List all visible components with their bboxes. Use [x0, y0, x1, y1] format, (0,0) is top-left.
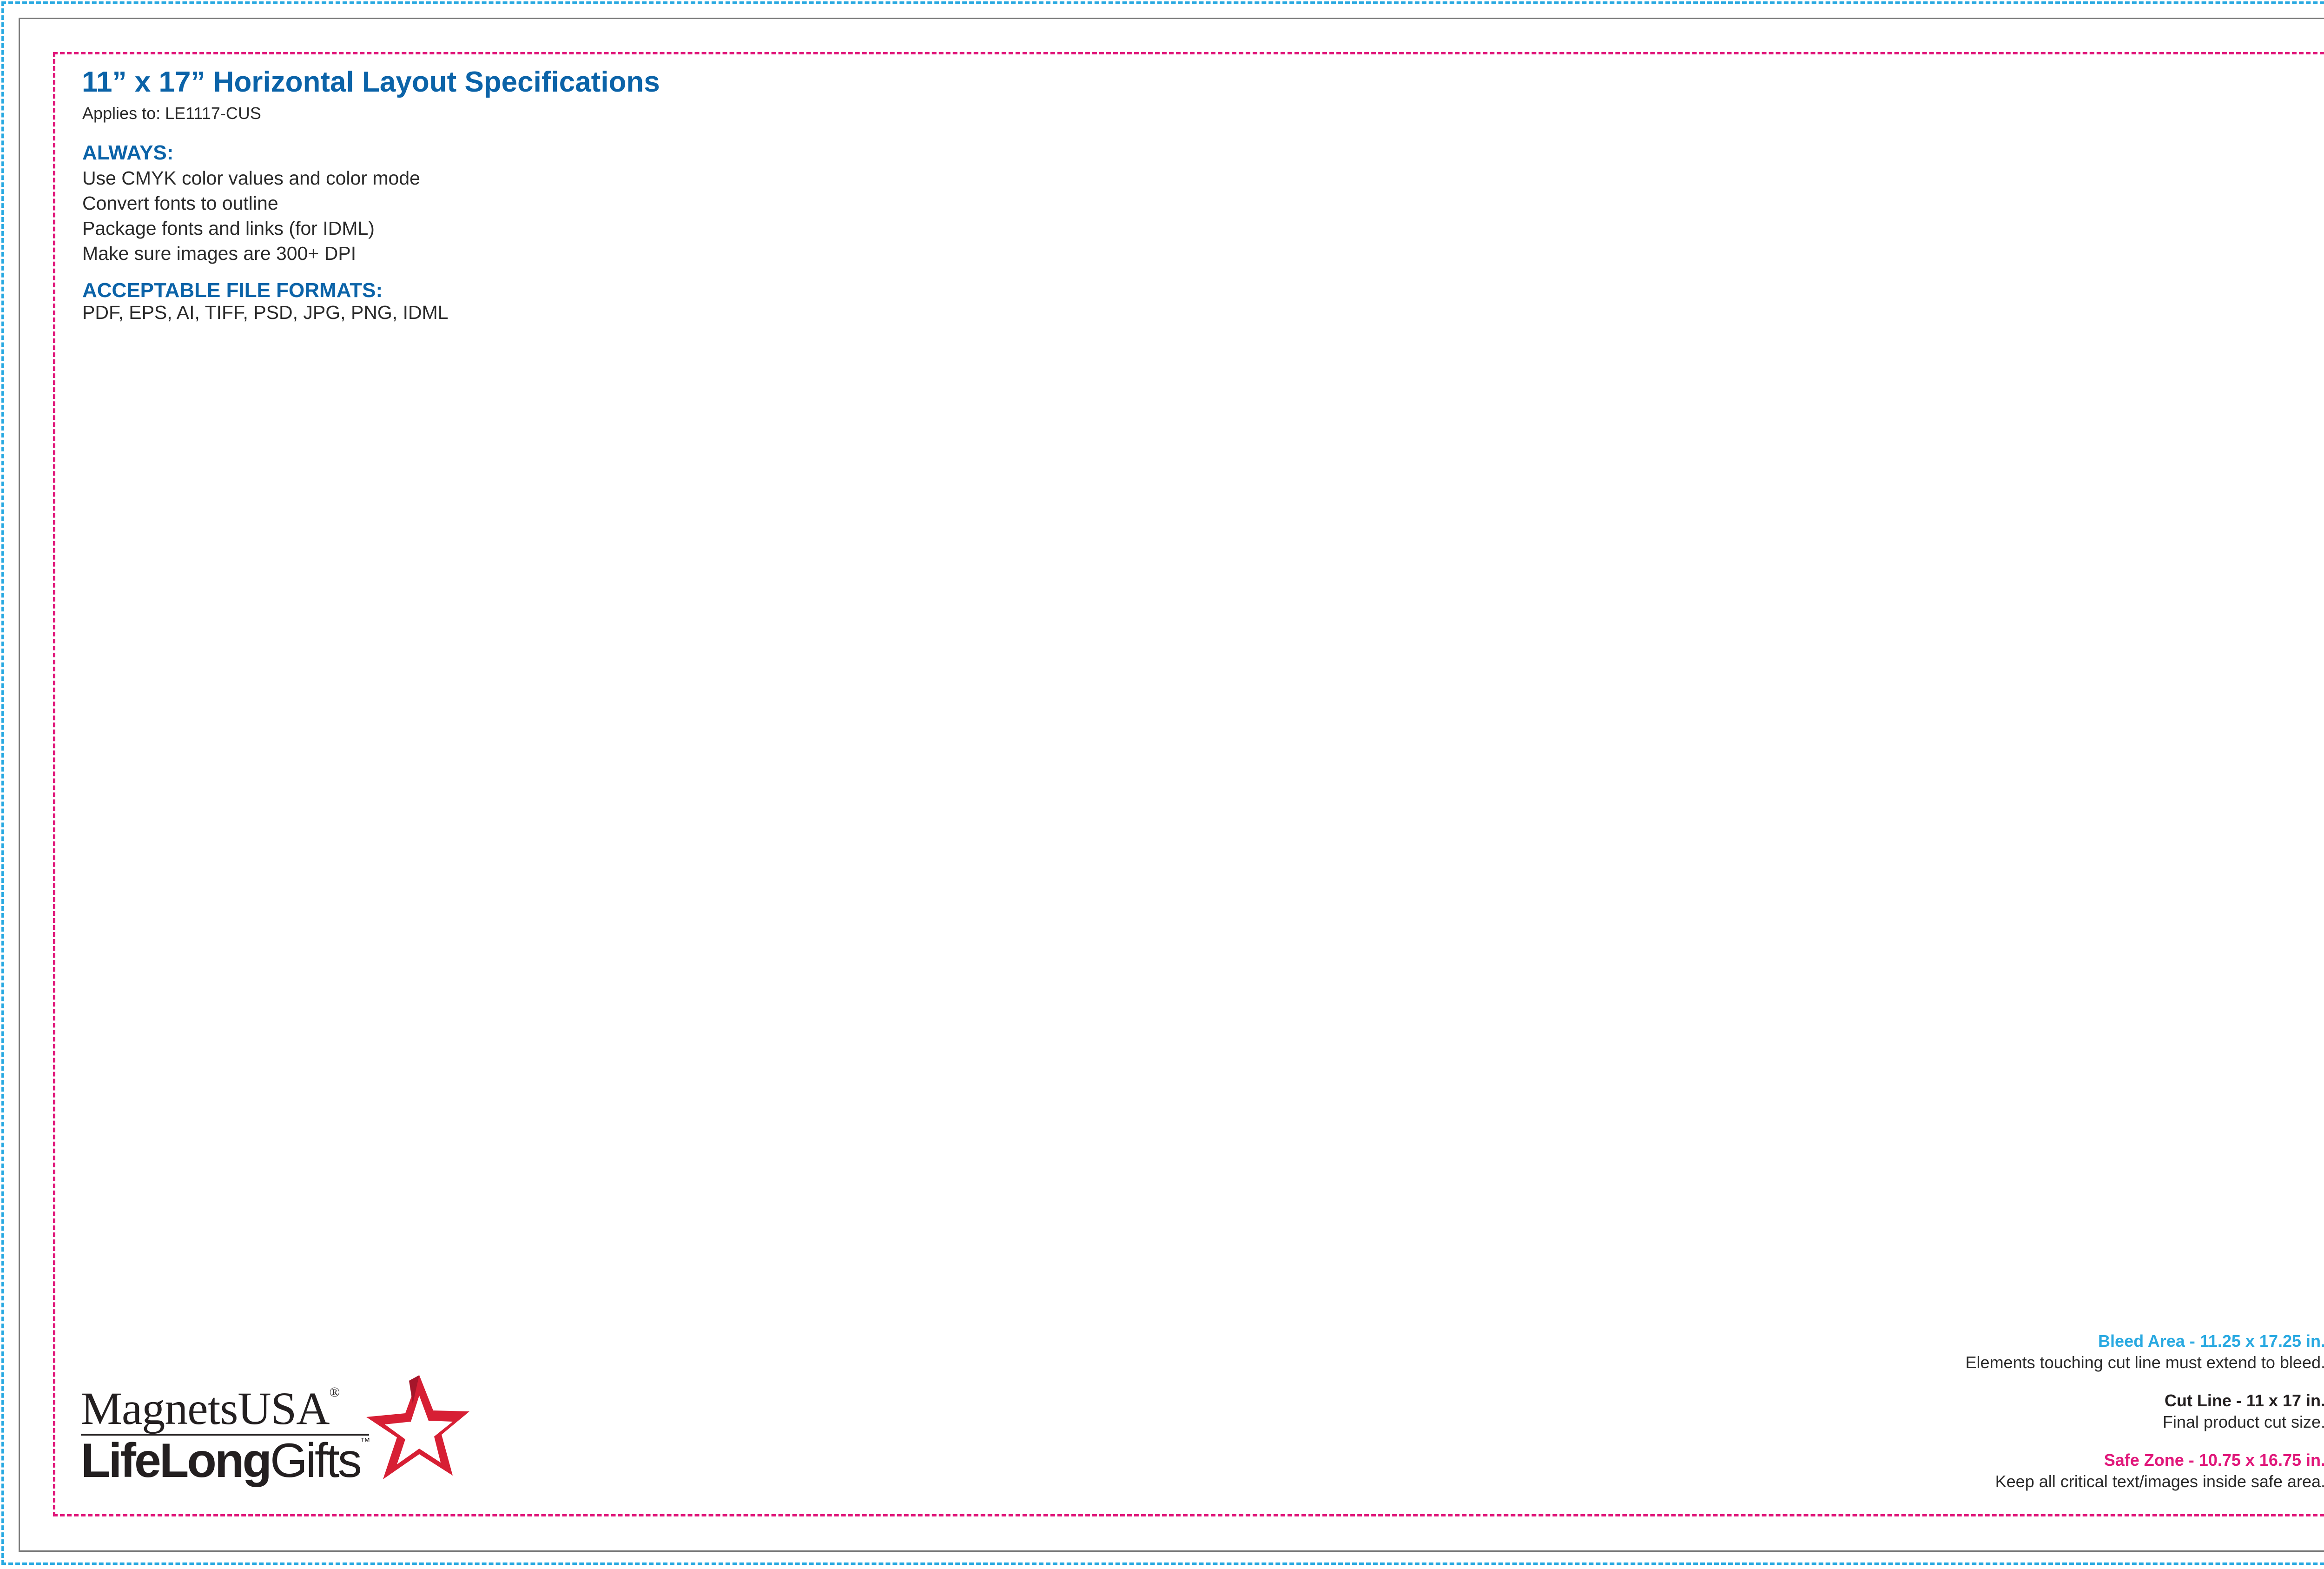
safe-zone-line [53, 52, 2324, 1516]
always-list: Use CMYK color values and color mode Con… [82, 166, 420, 266]
logo-top-text: MagnetsUSA [81, 1383, 330, 1434]
list-item: Make sure images are 300+ DPI [82, 243, 357, 264]
legend-safe: Safe Zone - 10.75 x 16.75 in. Keep all c… [1995, 1450, 2324, 1492]
registered-mark: ® [329, 1384, 340, 1400]
formats-heading: ACCEPTABLE FILE FORMATS: [82, 279, 383, 302]
magnetsusa-lifelonggifts-logo: MagnetsUSA® LifeLongGifts™ [81, 1371, 471, 1492]
logo-lifelonggifts: LifeLongGifts™ [81, 1437, 370, 1485]
list-item: Convert fonts to outline [82, 192, 278, 214]
legend-bleed: Bleed Area - 11.25 x 17.25 in. Elements … [1966, 1331, 2324, 1373]
list-item: Use CMYK color values and color mode [82, 167, 420, 189]
bleed-title: Bleed Area - 11.25 x 17.25 in. [2098, 1331, 2324, 1351]
list-item: Package fonts and links (for IDML) [82, 218, 375, 239]
bleed-description: Elements touching cut line must extend t… [1965, 1353, 2324, 1372]
always-heading: ALWAYS: [82, 141, 174, 164]
applies-to: Applies to: LE1117-CUS [82, 104, 261, 123]
star-icon [366, 1375, 469, 1479]
logo-bottom-bold: LifeLong [81, 1434, 272, 1488]
cut-title: Cut Line - 11 x 17 in. [2164, 1391, 2324, 1410]
cut-description: Final product cut size. [2162, 1412, 2324, 1431]
safe-title: Safe Zone - 10.75 x 16.75 in. [2104, 1450, 2324, 1470]
formats-list: PDF, EPS, AI, TIFF, PSD, JPG, PNG, IDML [82, 302, 449, 323]
legend-cut: Cut Line - 11 x 17 in. Final product cut… [2163, 1390, 2324, 1433]
page-title: 11” x 17” Horizontal Layout Specificatio… [82, 66, 660, 98]
logo-bottom-regular: Gifts [270, 1434, 362, 1488]
safe-description: Keep all critical text/images inside saf… [1995, 1472, 2324, 1491]
logo-magnetsusa: MagnetsUSA® [81, 1383, 340, 1434]
